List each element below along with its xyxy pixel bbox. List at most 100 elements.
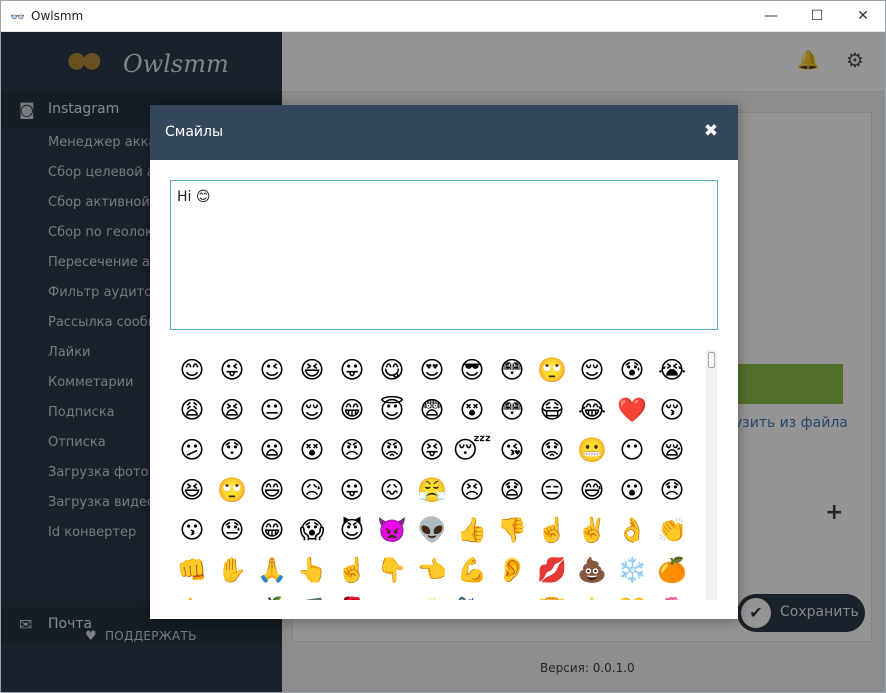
emoji-button[interactable]: 😈 [332, 510, 372, 550]
emoji-scrollbar[interactable] [706, 350, 717, 600]
emoji-button[interactable]: 👂 [492, 550, 532, 590]
emoji-button[interactable]: 😷 [532, 390, 572, 430]
emoji-button[interactable]: 🌷 [652, 590, 692, 600]
emoji-button[interactable]: 🌹 [332, 590, 372, 600]
emoji-button[interactable]: 😛 [332, 350, 372, 390]
emoji-button[interactable]: 😊 [172, 350, 212, 390]
emoji-button[interactable]: 👌 [612, 510, 652, 550]
emoji-button[interactable]: 😇 [372, 390, 412, 430]
emoji-button[interactable]: 🙄 [212, 470, 252, 510]
emoji-button[interactable]: 😣 [452, 470, 492, 510]
emoji-button[interactable]: 😬 [572, 430, 612, 470]
emoji-button[interactable]: 💪 [452, 550, 492, 590]
emoji-button[interactable]: 🎂 [412, 590, 452, 600]
emoji-button[interactable]: 👆 [292, 550, 332, 590]
emoji-button[interactable]: 😵 [292, 430, 332, 470]
emoji-button[interactable]: 😉 [252, 350, 292, 390]
emoji-button[interactable]: 😞 [652, 470, 692, 510]
emoji-button[interactable]: 😧 [492, 470, 532, 510]
emoji-button[interactable]: 😤 [412, 470, 452, 510]
emoji-button[interactable]: 👍 [452, 510, 492, 550]
emoji-button[interactable]: 😆 [172, 470, 212, 510]
emoji-button[interactable]: 👽 [412, 510, 452, 550]
scrollbar-thumb[interactable] [708, 352, 715, 368]
emoji-button[interactable]: 😆 [292, 350, 332, 390]
emoji-button[interactable]: 😎 [452, 350, 492, 390]
emoji-button[interactable]: 😳 [492, 390, 532, 430]
emoji-button[interactable]: 😐 [252, 390, 292, 430]
emoji-button[interactable]: 🏆 [532, 590, 572, 600]
emoji-button[interactable]: 😦 [252, 430, 292, 470]
emoji-button[interactable]: 😌 [572, 350, 612, 390]
emoji-button[interactable]: 😫 [212, 390, 252, 430]
emoji-button[interactable]: 😨 [412, 390, 452, 430]
emoji-button[interactable]: 😋 [372, 350, 412, 390]
emoji-button[interactable]: 😌 [292, 390, 332, 430]
emoji-button[interactable]: 💩 [572, 550, 612, 590]
emoji-button[interactable]: 🙄 [532, 350, 572, 390]
emoji-button[interactable]: 👿 [372, 510, 412, 550]
emoji-button[interactable]: 😍 [412, 350, 452, 390]
emoji-button[interactable]: 😰 [612, 350, 652, 390]
emoji-button[interactable]: 😁 [332, 390, 372, 430]
emoji-button[interactable]: 🍎 [252, 590, 292, 600]
emoji-button[interactable]: 😵 [452, 390, 492, 430]
emoji-button[interactable]: 😗 [172, 510, 212, 550]
emoji-button[interactable]: 🙏 [252, 550, 292, 590]
emoji-button[interactable]: 🎵 [292, 590, 332, 600]
emoji-button[interactable]: 😄 [252, 470, 292, 510]
maximize-button[interactable]: ☐ [794, 1, 840, 32]
emoji-button[interactable]: ✋ [212, 550, 252, 590]
emoji-button[interactable]: 😶 [612, 430, 652, 470]
emoji-button[interactable]: 👇 [372, 550, 412, 590]
emoji-button[interactable]: ❄️ [612, 550, 652, 590]
emoji-button[interactable]: ☝️ [532, 510, 572, 550]
emoji-button[interactable]: 😳 [492, 350, 532, 390]
emoji-button[interactable]: 🌟 [572, 590, 612, 600]
app-window: 👓 Owlsmm — ☐ ✕ ●● Owlsmm ◙ Instagram Мен… [0, 0, 886, 693]
emoji-button[interactable]: 😂 [572, 390, 612, 430]
emoji-button[interactable]: 😝 [412, 430, 452, 470]
emoji-button[interactable]: 🌂 [452, 590, 492, 600]
message-textarea[interactable]: Hi 😊 [170, 180, 718, 330]
emoji-button[interactable]: ☝️ [332, 550, 372, 590]
emoji-button[interactable]: 😅 [572, 470, 612, 510]
minimize-button[interactable]: — [748, 1, 794, 32]
emoji-button[interactable]: 😮 [612, 470, 652, 510]
emoji-button[interactable]: 😪 [652, 430, 692, 470]
emoji-button[interactable]: 😩 [172, 390, 212, 430]
emoji-button[interactable]: 😡 [372, 430, 412, 470]
emoji-button[interactable]: 😥 [292, 470, 332, 510]
emoji-button[interactable]: 👈 [412, 550, 452, 590]
emoji-button[interactable]: 😱 [292, 510, 332, 550]
emoji-button[interactable]: 😠 [332, 430, 372, 470]
emoji-button[interactable]: ✌️ [572, 510, 612, 550]
dialog-title: Смайлы [165, 124, 224, 140]
emoji-button[interactable]: 💛 [612, 590, 652, 600]
emoji-button[interactable]: 😁 [252, 510, 292, 550]
emoji-button[interactable]: 👀 [372, 590, 412, 600]
emoji-button[interactable]: 😟 [532, 430, 572, 470]
emoji-button[interactable]: 💋 [532, 550, 572, 590]
emoji-button[interactable]: 👎 [492, 510, 532, 550]
emoji-button[interactable]: ❤️ [612, 390, 652, 430]
emoji-button[interactable]: 😘 [492, 430, 532, 470]
emoji-button[interactable]: 🍊 [652, 550, 692, 590]
emoji-button[interactable]: ☕ [492, 590, 532, 600]
close-window-button[interactable]: ✕ [840, 1, 885, 32]
emoji-button[interactable]: 👉 [172, 590, 212, 600]
emoji-button[interactable]: 👐 [212, 590, 252, 600]
emoji-button[interactable]: 👊 [172, 550, 212, 590]
emoji-button[interactable]: 😓 [212, 510, 252, 550]
emoji-button[interactable]: 😖 [372, 470, 412, 510]
emoji-button[interactable]: 😜 [212, 350, 252, 390]
emoji-button[interactable]: 😯 [212, 430, 252, 470]
emoji-button[interactable]: 😚 [652, 390, 692, 430]
emoji-button[interactable]: 😑 [532, 470, 572, 510]
emoji-button[interactable]: 👏 [652, 510, 692, 550]
emoji-button[interactable]: 😭 [652, 350, 692, 390]
emoji-button[interactable]: 😕 [172, 430, 212, 470]
emoji-button[interactable]: 😴 [452, 430, 492, 470]
emoji-button[interactable]: 😛 [332, 470, 372, 510]
dialog-close-icon[interactable]: ✖ [702, 122, 720, 140]
